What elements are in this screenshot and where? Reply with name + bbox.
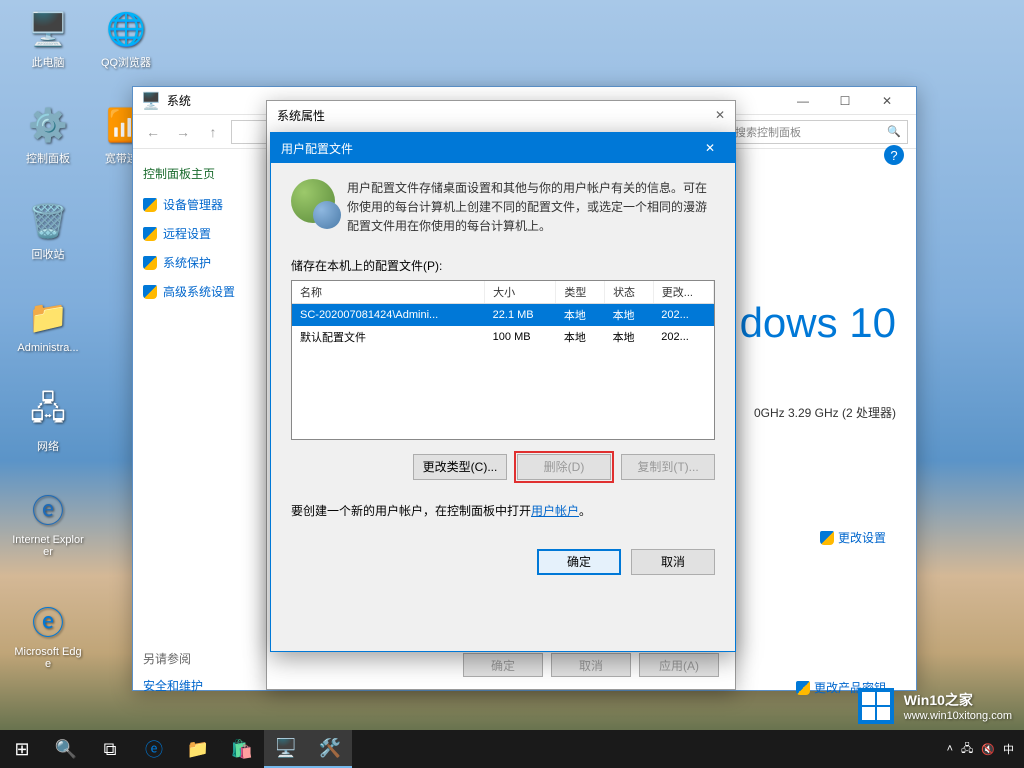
shield-icon — [143, 256, 157, 270]
sidebar-link-device-manager[interactable]: 设备管理器 — [143, 196, 262, 213]
shield-icon — [143, 227, 157, 241]
recycle-bin-icon: 🗑️ — [27, 200, 69, 242]
col-status[interactable]: 状态 — [605, 281, 654, 304]
network-icon: 🖧 — [27, 392, 69, 434]
taskbar-edge[interactable]: ⓔ — [132, 730, 176, 768]
watermark-brand: Win10之家 — [904, 692, 973, 708]
ok-button[interactable]: 确定 — [537, 549, 621, 575]
taskbar-explorer[interactable]: 📁 — [176, 730, 220, 768]
dialog-titlebar[interactable]: 用户配置文件 ✕ — [271, 133, 735, 163]
back-button[interactable]: ← — [141, 120, 165, 144]
shield-icon — [820, 531, 834, 545]
sidebar: 控制面板主页 设备管理器 远程设置 系统保护 高级系统设置 另请参阅 安全和维护 — [133, 149, 273, 690]
cancel-button[interactable]: 取消 — [631, 549, 715, 575]
tray-volume-icon[interactable]: 🔇 — [981, 743, 995, 756]
desktop-icon-recycle-bin[interactable]: 🗑️回收站 — [12, 200, 84, 262]
desktop-icon-network[interactable]: 🖧网络 — [12, 392, 84, 454]
tray-ime-icon[interactable]: 中 — [1003, 741, 1014, 757]
desktop-icon-administrator[interactable]: 📁Administra... — [12, 296, 84, 354]
taskbar-taskview[interactable]: ⧉ — [88, 730, 132, 768]
new-account-text: 要创建一个新的用户帐户，在控制面板中打开用户帐户。 — [291, 502, 715, 519]
table-row[interactable]: 默认配置文件100 MB本地本地202... — [292, 326, 714, 348]
maximize-button[interactable]: ☐ — [824, 87, 866, 115]
system-tray[interactable]: ˄ 🖧 🔇 中 — [937, 740, 1024, 759]
shield-icon — [796, 681, 810, 695]
watermark-url: www.win10xitong.com — [904, 710, 1012, 722]
search-input[interactable]: 搜索控制面板🔍 — [728, 120, 908, 144]
desktop-icon-qq-browser[interactable]: 🌐QQ浏览器 — [90, 8, 162, 70]
watermark-logo-icon — [858, 688, 894, 724]
tray-network-icon[interactable]: 🖧 — [961, 740, 973, 759]
close-button[interactable]: ✕ — [866, 87, 908, 115]
dialog-title: 用户配置文件 — [281, 140, 353, 157]
desktop-icon-this-pc[interactable]: 🖥️此电脑 — [12, 8, 84, 70]
dialog-user-profiles: 用户配置文件 ✕ 用户配置文件存储桌面设置和其他与你的用户帐户有关的信息。可在你… — [270, 132, 736, 652]
profiles-listbox[interactable]: 名称 大小 类型 状态 更改... SC-202007081424\Admini… — [291, 280, 715, 440]
col-type[interactable]: 类型 — [556, 281, 605, 304]
shield-icon — [143, 285, 157, 299]
col-changed[interactable]: 更改... — [653, 281, 713, 304]
up-button[interactable]: ↑ — [201, 120, 225, 144]
user-accounts-link[interactable]: 用户帐户 — [531, 504, 579, 518]
tray-up-icon[interactable]: ˄ — [947, 743, 953, 755]
taskbar-app[interactable]: 🛠️ — [308, 730, 352, 768]
apply-button[interactable]: 应用(A) — [639, 653, 719, 677]
ie-icon: ⓔ — [27, 488, 69, 530]
dialog-titlebar[interactable]: 系统属性 ✕ — [267, 101, 735, 129]
windows10-logo: dows 10 — [740, 299, 896, 347]
shield-icon — [143, 198, 157, 212]
dialog-title: 系统属性 — [277, 107, 325, 124]
qq-browser-icon: 🌐 — [105, 8, 147, 50]
profiles-icon — [291, 179, 335, 223]
change-type-button[interactable]: 更改类型(C)... — [413, 454, 507, 480]
taskbar: ⊞ 🔍 ⧉ ⓔ 📁 🛍️ 🖥️ 🛠️ ˄ 🖧 🔇 中 — [0, 730, 1024, 768]
sidebar-header: 控制面板主页 — [143, 165, 262, 182]
col-name[interactable]: 名称 — [292, 281, 485, 304]
close-icon[interactable]: ✕ — [715, 108, 725, 122]
start-button[interactable]: ⊞ — [0, 730, 44, 768]
col-size[interactable]: 大小 — [485, 281, 556, 304]
taskbar-system[interactable]: 🖥️ — [264, 730, 308, 768]
ok-button[interactable]: 确定 — [463, 653, 543, 677]
desktop-icon-control-panel[interactable]: ⚙️控制面板 — [12, 104, 84, 166]
copy-to-button[interactable]: 复制到(T)... — [621, 454, 715, 480]
forward-button[interactable]: → — [171, 120, 195, 144]
sidebar-link-advanced[interactable]: 高级系统设置 — [143, 283, 262, 300]
edge-icon: ⓔ — [27, 600, 69, 642]
search-icon: 🔍 — [887, 125, 901, 138]
desktop-icon-ie[interactable]: ⓔInternet Explorer — [12, 488, 84, 558]
control-panel-icon: ⚙️ — [27, 104, 69, 146]
close-icon[interactable]: ✕ — [695, 141, 725, 155]
cpu-specs: 0GHz 3.29 GHz (2 处理器) — [754, 404, 896, 421]
window-title: 系统 — [167, 92, 191, 109]
change-settings-link[interactable]: 更改设置 — [820, 529, 886, 546]
sidebar-link-remote[interactable]: 远程设置 — [143, 225, 262, 242]
desktop-icon-edge[interactable]: ⓔMicrosoft Edge — [12, 600, 84, 670]
watermark: Win10之家 www.win10xitong.com — [858, 688, 1012, 724]
taskbar-store[interactable]: 🛍️ — [220, 730, 264, 768]
see-also-label: 另请参阅 — [143, 650, 262, 667]
minimize-button[interactable]: — — [782, 87, 824, 115]
cancel-button[interactable]: 取消 — [551, 653, 631, 677]
sidebar-link-protection[interactable]: 系统保护 — [143, 254, 262, 271]
intro-text: 用户配置文件存储桌面设置和其他与你的用户帐户有关的信息。可在你使用的每台计算机上… — [347, 179, 715, 237]
delete-button[interactable]: 删除(D) — [517, 454, 611, 480]
taskbar-search[interactable]: 🔍 — [44, 730, 88, 768]
list-label: 储存在本机上的配置文件(P): — [291, 257, 715, 274]
pc-icon: 🖥️ — [27, 8, 69, 50]
window-icon: 🖥️ — [141, 91, 161, 111]
see-also-link[interactable]: 安全和维护 — [143, 677, 262, 694]
folder-icon: 📁 — [27, 296, 69, 338]
table-row[interactable]: SC-202007081424\Admini...22.1 MB本地本地202.… — [292, 303, 714, 326]
